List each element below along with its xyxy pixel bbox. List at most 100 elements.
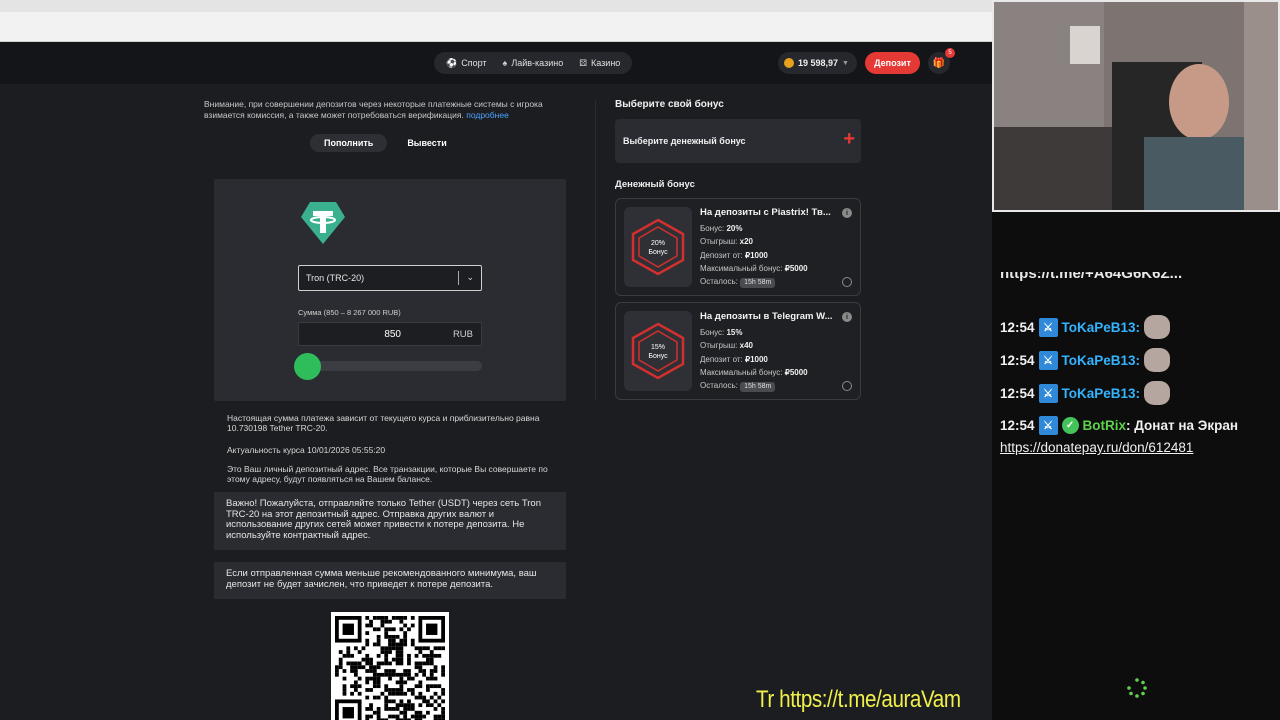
info-icon[interactable]: i	[842, 312, 852, 322]
chat-message: 12:54 ⚔ ToKaPeB13:	[1000, 315, 1270, 339]
nav-casino-label: Казино	[591, 58, 621, 68]
sword-icon: ⚔	[1038, 416, 1058, 435]
bot-username: BotRix	[1082, 418, 1127, 433]
balance-value: 19 598,97	[798, 58, 839, 68]
cat-emote-icon	[1144, 315, 1171, 339]
gift-count-badge: 5	[945, 48, 955, 58]
top-nav: ⚽ Спорт ♠ Лайв-казино ⚄ Казино 19 598,97 ▼ …	[0, 42, 992, 84]
plus-icon: +	[843, 128, 855, 150]
tab-deposit[interactable]: Пополнить	[310, 134, 388, 152]
badge-label: Бонус	[648, 353, 668, 360]
deposit-withdraw-tabs: Пополнить Вывести	[310, 134, 461, 152]
badge-percent: 15%	[650, 344, 665, 351]
bonus-row-value: 15%	[726, 328, 743, 337]
badge-text: 20% Бонус	[624, 239, 692, 257]
sword-icon: ⚔	[1038, 383, 1058, 403]
bonus-row: Бонус: 20%	[700, 222, 808, 235]
address-text: Это Ваш личный депозитный адрес. Все тра…	[227, 464, 548, 484]
dice-icon: ⚄	[579, 57, 588, 68]
sword-icon: ⚔	[1038, 350, 1058, 370]
time-left-label: Осталось:	[700, 381, 738, 391]
info-icon[interactable]: i	[842, 208, 852, 218]
amount-input[interactable]: 850 RUB	[298, 322, 482, 346]
ball-icon: ⚽	[446, 57, 458, 68]
browser-toolbar	[0, 0, 992, 42]
min-deposit-row: Депозит от: ₽1000	[700, 353, 808, 366]
currency-label: RUB	[452, 329, 473, 340]
max-bonus-row: Максимальный бонус: ₽5000	[700, 262, 808, 275]
tab-withdraw[interactable]: Вывести	[393, 134, 460, 152]
deposit-qr-code	[331, 612, 449, 720]
bonus-row-label: Бонус:	[700, 328, 725, 337]
money-bonus-title: Денежный бонус	[615, 179, 695, 190]
chevron-down-icon: ▼	[842, 59, 849, 67]
chat-username: ToKaPeB13:	[1061, 385, 1141, 401]
wager-row-value: x40	[739, 341, 753, 351]
bonus-offer[interactable]: 15% Бонус На депозиты в Telegram W... i Б…	[615, 302, 861, 400]
wager-row-label: Отыгрыш:	[700, 237, 738, 247]
rate-date: Актуальность курса 10/01/2026 05:55:20	[227, 445, 386, 455]
sword-icon: ⚔	[1038, 317, 1058, 337]
min-deposit-label: Депозит от:	[700, 250, 743, 260]
chat-time: 12:54	[1000, 319, 1035, 335]
offer-details: Бонус: 20% Отыгрыш: x20 Депозит от: ₽100…	[700, 222, 808, 289]
network-warning: Важно! Пожалуйста, отправляйте только Te…	[214, 492, 566, 550]
time-left-value: 15h 58m	[740, 278, 776, 289]
max-bonus-value: ₽5000	[784, 263, 808, 273]
chat-message: 12:54 ⚔ ToKaPeB13:	[1000, 381, 1270, 405]
coin-icon	[784, 58, 794, 68]
verified-icon: ✓	[1061, 417, 1079, 434]
max-bonus-label: Максимальный бонус:	[700, 367, 783, 377]
chevron-down-icon: ⌄	[466, 272, 474, 282]
bonus-offer[interactable]: 20% Бонус На депозиты с Piastrix! Тв... i…	[615, 198, 861, 296]
nav-casino[interactable]: ⚄ Казино	[573, 52, 626, 74]
offer-details: Бонус: 15% Отыгрыш: x40 Депозит от: ₽100…	[700, 326, 808, 393]
details-link[interactable]: подробнее	[466, 110, 509, 120]
nav-live-casino-label: Лайв-казино	[511, 58, 564, 68]
choose-bonus-label: Выберите денежный бонус	[623, 136, 746, 146]
cat-emote-icon	[1144, 348, 1171, 372]
choose-bonus-button[interactable]: Выберите денежный бонус +	[615, 119, 861, 163]
webcam-image	[994, 2, 1278, 210]
offer-radio[interactable]	[842, 277, 852, 287]
offer-title: На депозиты с Piastrix! Тв...	[700, 207, 831, 218]
donate-link[interactable]: https://donatepay.ru/don/612481	[1000, 440, 1193, 455]
network-value: Tron (TRC-20)	[306, 273, 365, 283]
chat-cut-message: https://t.me/+A64G6K6Z...	[992, 272, 1260, 292]
nav-sport-label: Спорт	[461, 58, 487, 68]
nav-live-casino[interactable]: ♠ Лайв-казино	[497, 52, 570, 74]
offer-title: На депозиты в Telegram W...	[700, 311, 833, 322]
amount-label: Сумма (850 – 8 267 000 RUB)	[298, 308, 401, 317]
time-left-row: Осталось: 15h 58m	[700, 379, 808, 393]
wager-row-label: Отыгрыш:	[700, 341, 738, 351]
max-bonus-label: Максимальный бонус:	[700, 263, 783, 273]
bonus-row: Бонус: 15%	[700, 326, 808, 339]
amount-slider-track[interactable]	[308, 361, 482, 371]
chat-username: ToKaPeB13:	[1061, 352, 1141, 368]
wager-row: Отыгрыш: x20	[700, 235, 808, 248]
bonus-badge: 20% Бонус	[624, 207, 692, 287]
select-divider	[458, 271, 459, 285]
balance-button[interactable]: 19 598,97 ▼	[778, 52, 857, 74]
chat-time: 12:54	[1000, 385, 1035, 401]
bonus-badge: 15% Бонус	[624, 311, 692, 391]
badge-label: Бонус	[648, 249, 668, 256]
deposit-button[interactable]: Депозит	[865, 52, 920, 74]
badge-percent: 20%	[650, 240, 665, 247]
time-left-row: Осталось: 15h 58m	[700, 275, 808, 289]
browser-tab-strip	[0, 0, 992, 12]
chat-message: 12:54 ⚔ ToKaPeB13:	[1000, 348, 1270, 372]
offer-radio[interactable]	[842, 381, 852, 391]
commission-notice: Внимание, при совершении депозитов через…	[204, 99, 574, 121]
casino-site: ⚽ Спорт ♠ Лайв-казино ⚄ Казино 19 598,97 ▼ …	[0, 42, 992, 720]
max-bonus-row: Максимальный бонус: ₽5000	[700, 366, 808, 379]
amount-value: 850	[384, 329, 401, 340]
min-deposit-label: Депозит от:	[700, 354, 743, 364]
chat-time: 12:54	[1000, 418, 1035, 433]
chat-time: 12:54	[1000, 352, 1035, 368]
min-deposit-row: Депозит от: ₽1000	[700, 249, 808, 262]
bonus-row-value: 20%	[726, 224, 743, 233]
nav-sport[interactable]: ⚽ Спорт	[440, 52, 493, 74]
network-select[interactable]: Tron (TRC-20) ⌄	[298, 265, 482, 291]
amount-slider-handle[interactable]	[294, 353, 321, 380]
